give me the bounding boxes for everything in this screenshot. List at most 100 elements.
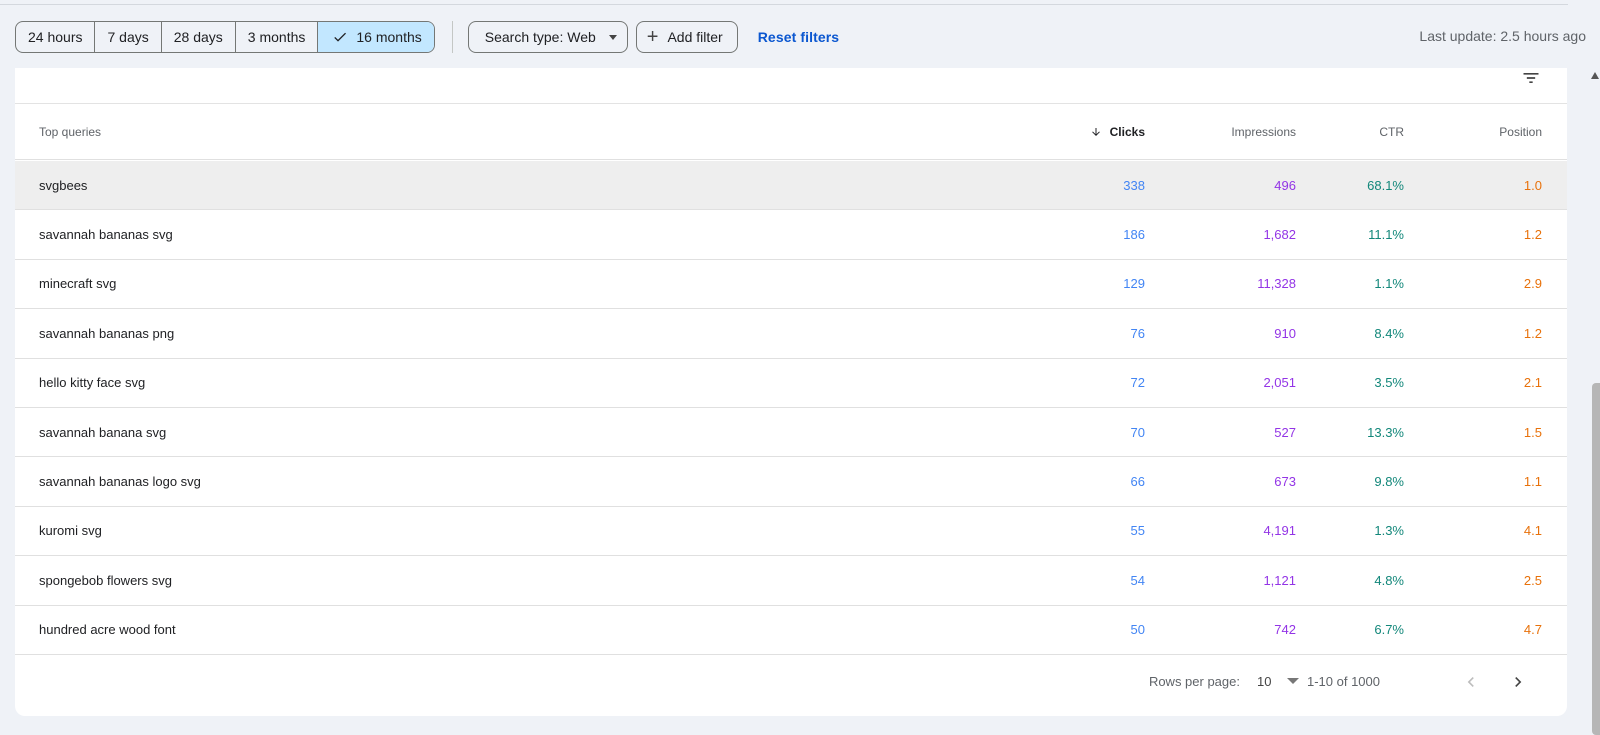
ctr-cell: 6.7% [1374,622,1404,638]
query-cell: svgbees [39,177,88,193]
chevron-right-icon [1515,677,1522,687]
position-cell: 4.7 [1523,622,1542,638]
header-top-queries[interactable]: Top queries [39,104,101,159]
clicks-cell: 55 [1130,523,1145,539]
clicks-cell: 129 [1123,276,1145,292]
impressions-cell: 527 [1274,424,1296,440]
impressions-cell: 496 [1274,177,1296,193]
table-header: Top queries Clicks Impressions CTR Posit… [15,104,1567,160]
ctr-cell: 4.8% [1374,572,1404,588]
position-cell: 1.0 [1523,177,1542,193]
header-position[interactable]: Position [1499,104,1542,159]
query-cell: minecraft svg [39,276,117,292]
position-cell: 1.2 [1523,325,1542,341]
clicks-cell: 54 [1130,572,1145,588]
table-body: svgbees 338 496 68.1% 1.0 savannah banan… [15,161,1567,655]
impressions-cell: 2,051 [1263,375,1296,391]
last-update-text: Last update: 2.5 hours ago [1419,28,1586,44]
ctr-cell: 3.5% [1374,375,1404,391]
clicks-cell: 338 [1123,177,1145,193]
impressions-cell: 673 [1274,474,1296,490]
query-cell: savannah bananas logo svg [39,474,201,490]
position-cell: 1.1 [1523,474,1542,490]
impressions-cell: 1,682 [1263,227,1296,243]
table-row[interactable]: hello kitty face svg 72 2,051 3.5% 2.1 [15,359,1567,408]
impressions-cell: 4,191 [1263,523,1296,539]
search-type-dropdown[interactable]: Search type: Web [467,21,628,53]
table-pagination: Rows per page: 10 1-10 of 1000 [15,658,1567,708]
clicks-cell: 72 [1130,375,1145,391]
check-icon [334,32,347,42]
impressions-cell: 1,121 [1263,572,1296,588]
search-type-label: Search type: Web [484,29,596,45]
clicks-cell: 70 [1130,424,1145,440]
sort-down-arrow-icon [1091,127,1100,136]
impressions-cell: 11,328 [1257,276,1296,292]
plus-icon: + [646,26,659,48]
rows-per-page-label: Rows per page: [1148,674,1240,689]
query-cell: hello kitty face svg [39,375,146,391]
table-row[interactable]: savannah banana svg 70 527 13.3% 1.5 [15,408,1567,458]
position-cell: 1.5 [1523,424,1542,440]
dropdown-caret-icon [608,34,617,40]
ctr-cell: 1.1% [1374,276,1404,292]
query-cell: kuromi svg [39,523,102,539]
range-16-months[interactable]: 16 months [318,22,434,52]
pagination-range: 1-10 of 1000 [1306,674,1380,689]
header-ctr[interactable]: CTR [1379,104,1404,159]
table-row[interactable]: kuromi svg 55 4,191 1.3% 4.1 [15,507,1567,557]
queries-table-card: Top queries Clicks Impressions CTR Posit… [15,68,1567,716]
range-28-days[interactable]: 28 days [162,22,236,52]
range-16-months-label: 16 months [356,29,422,45]
query-cell: spongebob flowers svg [39,572,172,588]
table-row[interactable]: savannah bananas logo svg 66 673 9.8% 1.… [15,457,1567,507]
ctr-cell: 68.1% [1367,177,1404,193]
top-divider [0,0,1568,5]
position-cell: 1.2 [1523,227,1542,243]
filter-list-icon[interactable] [1521,68,1541,88]
range-7-days[interactable]: 7 days [95,22,162,52]
range-3-months[interactable]: 3 months [236,22,319,52]
range-24-hours[interactable]: 24 hours [16,22,96,52]
ctr-cell: 13.3% [1367,424,1404,440]
clicks-cell: 186 [1123,227,1145,243]
add-filter-label: Add filter [667,29,723,45]
position-cell: 2.5 [1523,572,1542,588]
reset-filters-link[interactable]: Reset filters [758,29,839,45]
query-cell: hundred acre wood font [39,622,176,638]
query-cell: savannah bananas png [39,325,175,341]
add-filter-button[interactable]: + Add filter [635,21,738,53]
filter-bar: 24 hours 7 days 28 days 3 months 16 mont… [15,21,839,53]
header-impressions[interactable]: Impressions [1231,104,1296,159]
rows-per-page-value: 10 [1257,673,1272,689]
rows-per-page-select[interactable]: 10 [1257,669,1307,693]
chevron-left-icon [1467,677,1474,687]
position-cell: 4.1 [1523,523,1542,539]
dropdown-caret-icon [1287,678,1300,684]
scroll-up-arrow-icon[interactable] [1591,72,1599,79]
table-row[interactable]: spongebob flowers svg 54 1,121 4.8% 2.5 [15,556,1567,606]
position-cell: 2.1 [1523,375,1542,391]
next-page-button[interactable] [1506,670,1530,694]
query-cell: savannah bananas svg [39,227,173,243]
previous-page-button[interactable] [1459,670,1483,694]
header-clicks-label: Clicks [1109,124,1145,139]
table-row[interactable]: savannah bananas png 76 910 8.4% 1.2 [15,309,1567,359]
ctr-cell: 9.8% [1374,474,1404,490]
impressions-cell: 910 [1274,325,1296,341]
position-cell: 2.9 [1523,276,1542,292]
table-row[interactable]: minecraft svg 129 11,328 1.1% 2.9 [15,260,1567,310]
header-clicks[interactable]: Clicks [1090,104,1145,159]
date-range-selector: 24 hours 7 days 28 days 3 months 16 mont… [15,21,435,53]
table-row[interactable]: hundred acre wood font 50 742 6.7% 4.7 [15,606,1567,655]
ctr-cell: 8.4% [1374,325,1404,341]
table-row[interactable]: savannah bananas svg 186 1,682 11.1% 1.2 [15,210,1567,260]
scrollbar-thumb[interactable] [1592,383,1600,735]
table-row[interactable]: svgbees 338 496 68.1% 1.0 [15,161,1567,211]
filter-separator [451,21,453,53]
clicks-cell: 76 [1130,325,1145,341]
clicks-cell: 50 [1130,622,1145,638]
ctr-cell: 11.1% [1368,227,1404,243]
impressions-cell: 742 [1274,622,1296,638]
query-cell: savannah banana svg [39,424,167,440]
